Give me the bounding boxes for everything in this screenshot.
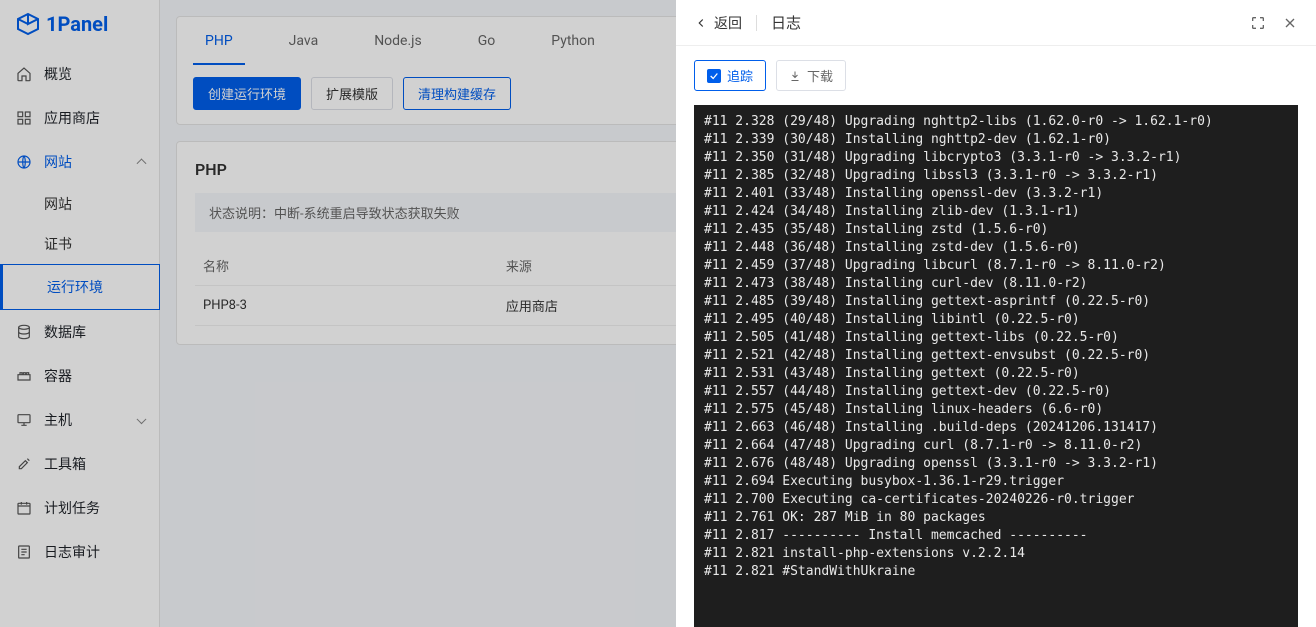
log-line: #11 2.424 (34/48) Installing zlib-dev (1…	[704, 203, 1288, 221]
divider	[756, 15, 757, 31]
back-button[interactable]: 返回	[694, 13, 742, 33]
download-button[interactable]: 下载	[776, 60, 846, 91]
download-label: 下载	[807, 66, 833, 85]
log-line: #11 2.557 (44/48) Installing gettext-dev…	[704, 383, 1288, 401]
log-line: #11 2.575 (45/48) Installing linux-heade…	[704, 401, 1288, 419]
log-line: #11 2.385 (32/48) Upgrading libssl3 (3.3…	[704, 167, 1288, 185]
log-line: #11 2.473 (38/48) Installing curl-dev (8…	[704, 275, 1288, 293]
log-line: #11 2.495 (40/48) Installing libintl (0.…	[704, 311, 1288, 329]
log-line: #11 2.664 (47/48) Upgrading curl (8.7.1-…	[704, 437, 1288, 455]
drawer-header: 返回 日志	[676, 0, 1316, 46]
log-drawer: 返回 日志 追踪 下载 #11 2.328 (29/48) Upgrading …	[676, 0, 1316, 627]
log-line: #11 2.663 (46/48) Installing .build-deps…	[704, 419, 1288, 437]
log-line: #11 2.505 (41/48) Installing gettext-lib…	[704, 329, 1288, 347]
arrow-left-icon	[694, 16, 708, 30]
log-line: #11 2.821 install-php-extensions v.2.2.1…	[704, 545, 1288, 563]
close-icon[interactable]	[1282, 15, 1298, 31]
drawer-title: 日志	[771, 12, 1250, 33]
checkbox-checked-icon	[707, 69, 721, 83]
log-view[interactable]: #11 2.328 (29/48) Upgrading nghttp2-libs…	[694, 105, 1298, 627]
log-line: #11 2.448 (36/48) Installing zstd-dev (1…	[704, 239, 1288, 257]
log-line: #11 2.521 (42/48) Installing gettext-env…	[704, 347, 1288, 365]
log-line: #11 2.485 (39/48) Installing gettext-asp…	[704, 293, 1288, 311]
log-line: #11 2.761 OK: 287 MiB in 80 packages	[704, 509, 1288, 527]
log-line: #11 2.694 Executing busybox-1.36.1-r29.t…	[704, 473, 1288, 491]
log-line: #11 2.817 ---------- Install memcached -…	[704, 527, 1288, 545]
download-icon	[789, 70, 801, 82]
track-label: 追踪	[727, 66, 753, 85]
fullscreen-icon[interactable]	[1250, 15, 1266, 31]
drawer-toolbar: 追踪 下载	[676, 46, 1316, 105]
log-line: #11 2.339 (30/48) Installing nghttp2-dev…	[704, 131, 1288, 149]
log-line: #11 2.676 (48/48) Upgrading openssl (3.3…	[704, 455, 1288, 473]
log-line: #11 2.401 (33/48) Installing openssl-dev…	[704, 185, 1288, 203]
track-toggle[interactable]: 追踪	[694, 60, 766, 91]
log-line: #11 2.531 (43/48) Installing gettext (0.…	[704, 365, 1288, 383]
back-label: 返回	[714, 13, 742, 33]
log-line: #11 2.821 #StandWithUkraine	[704, 563, 1288, 581]
log-line: #11 2.350 (31/48) Upgrading libcrypto3 (…	[704, 149, 1288, 167]
log-line: #11 2.435 (35/48) Installing zstd (1.5.6…	[704, 221, 1288, 239]
log-line: #11 2.700 Executing ca-certificates-2024…	[704, 491, 1288, 509]
log-line: #11 2.328 (29/48) Upgrading nghttp2-libs…	[704, 113, 1288, 131]
log-line: #11 2.459 (37/48) Upgrading libcurl (8.7…	[704, 257, 1288, 275]
